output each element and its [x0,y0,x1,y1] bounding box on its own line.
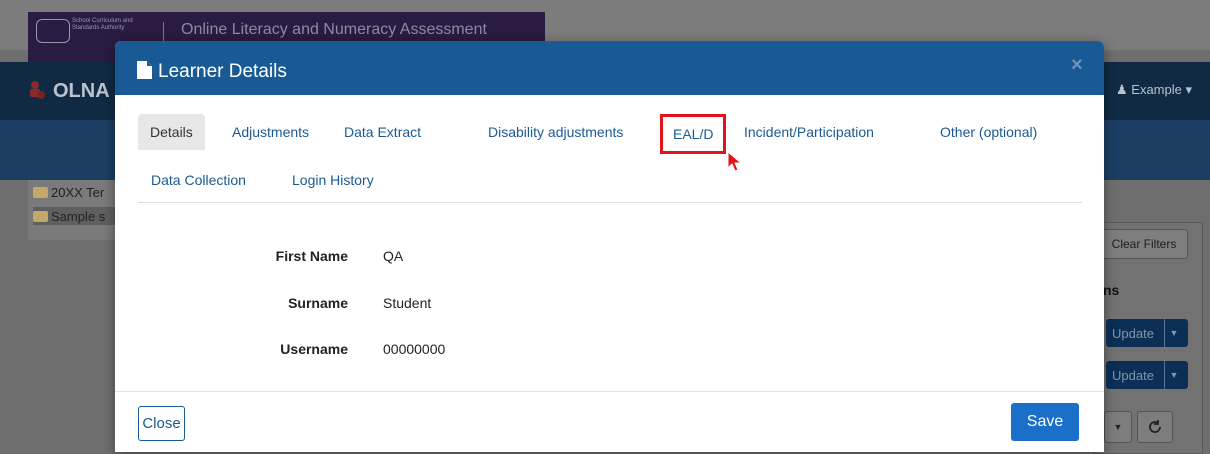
scsa-seal-icon [36,19,70,43]
first-name-value: QA [383,248,404,264]
background-column-header: ns [1103,282,1120,298]
first-name-label: First Name [275,248,348,264]
caret-down-icon[interactable]: ▼ [1104,411,1132,443]
update-split-button[interactable]: Update ▼ [1106,319,1188,347]
cursor-arrow-icon [727,151,743,172]
folder-tree-item-label: Sample s [51,208,106,224]
folder-tree-item-label: 20XX Ter [51,184,105,200]
background-user-menu[interactable]: ♟ Example ▾ [1116,82,1192,98]
document-icon [137,61,152,79]
username-label: Username [280,341,348,357]
modal-header: Learner Details × [115,41,1104,95]
user-menu-label: Example [1131,82,1182,97]
save-button[interactable]: Save [1011,403,1079,441]
tab-adjustments[interactable]: Adjustments [220,114,321,150]
folder-tree-item[interactable]: 20XX Ter [33,183,104,201]
background-org-name: School Curriculum and Standards Authorit… [72,18,133,31]
tab-eald[interactable]: EAL/D [660,114,727,154]
modal-footer: Close Save [115,391,1104,452]
user-icon: ♟ [1116,82,1128,97]
tab-disability-adjustments[interactable]: Disability adjustments [476,114,635,150]
caret-down-icon: ▾ [1185,82,1193,97]
tab-data-collection[interactable]: Data Collection [151,162,246,198]
tab-incident-participation[interactable]: Incident/Participation [732,114,886,150]
folder-icon [33,210,48,222]
caret-down-icon[interactable]: ▼ [1164,361,1183,389]
username-value: 00000000 [383,341,446,357]
tab-other-optional[interactable]: Other (optional) [928,114,1049,150]
tab-login-history[interactable]: Login History [292,162,374,198]
modal-body: Details Adjustments Data Extract Disabil… [122,95,1097,391]
modal-title: Learner Details [158,61,287,82]
close-button[interactable]: Close [138,406,185,441]
olna-logo-icon [30,81,45,99]
clear-filters-button[interactable]: Clear Filters [1100,229,1188,259]
background-folder-tree: 20XX Ter Sample s [28,180,128,240]
update-button-label: Update [1112,325,1154,341]
update-button-label: Update [1112,367,1154,383]
surname-value: Student [383,295,432,311]
surname-label: Surname [288,295,348,311]
tabs-divider [138,202,1082,203]
folder-tree-item[interactable]: Sample s [33,207,128,225]
learner-details-modal: Learner Details × Details Adjustments Da… [115,41,1104,452]
refresh-icon [1149,420,1161,433]
close-icon[interactable]: × [1071,54,1083,77]
tab-details[interactable]: Details [138,114,205,150]
update-split-button[interactable]: Update ▼ [1106,361,1188,389]
background-navbar-title: OLNA [53,80,110,102]
background-app-title: Online Literacy and Numeracy Assessment [181,21,487,38]
tab-data-extract[interactable]: Data Extract [332,114,433,150]
folder-icon [33,186,48,198]
refresh-button[interactable] [1137,411,1173,443]
caret-down-icon[interactable]: ▼ [1164,319,1183,347]
